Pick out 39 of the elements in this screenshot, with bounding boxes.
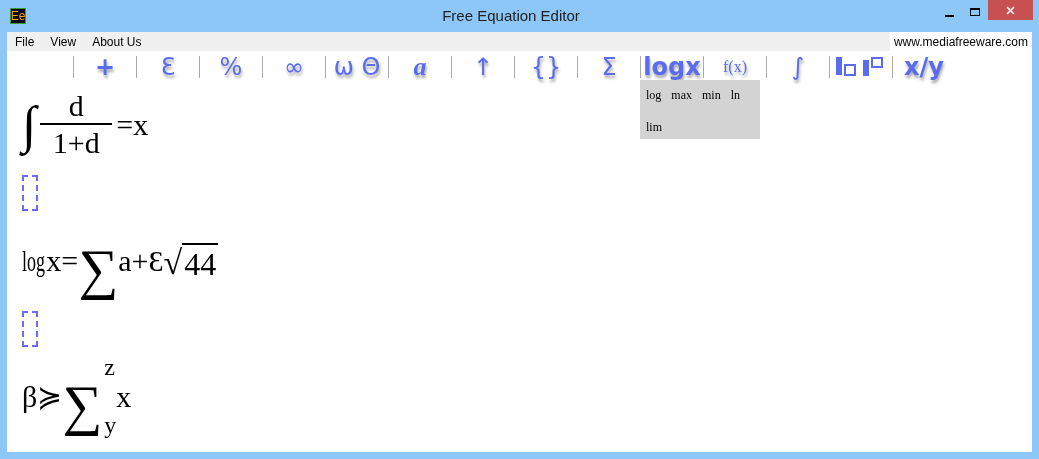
empty-slot[interactable] [22, 175, 38, 211]
math-text: β≽ [22, 382, 63, 412]
denominator: 1+d [52, 125, 100, 161]
toolbar-button[interactable]: Σ [597, 55, 621, 79]
lower-limit: y [104, 411, 117, 440]
toolbar-button[interactable]: logx [639, 55, 705, 79]
app-logo: Ee [10, 8, 26, 24]
toolbar-button[interactable]: x/y [900, 55, 948, 79]
menu-item[interactable]: View [42, 32, 85, 51]
math-text: a+Ɛ [118, 246, 164, 276]
toolbar-button[interactable]: ω Θ [329, 55, 385, 79]
dropdown-option[interactable]: ln [730, 86, 741, 104]
window-title: Free Equation Editor [441, 5, 581, 26]
toolbar-button[interactable]: ∞ [280, 55, 308, 79]
math-text: x= [46, 246, 79, 276]
toolbar-button[interactable]: f(x) [719, 59, 751, 75]
toolbar-button[interactable]: + [90, 55, 120, 79]
radicand: 44 [182, 242, 219, 280]
close-icon [1006, 5, 1015, 15]
toolbar-button[interactable]: ↑ [468, 55, 498, 79]
root-sign: √ [163, 245, 183, 280]
menu-item[interactable]: File [7, 32, 43, 51]
math-text: x [116, 382, 132, 412]
dropdown-option[interactable]: log [646, 86, 662, 104]
math-text: log [22, 246, 45, 276]
toolbar-button[interactable]: % [215, 55, 247, 79]
numerator: d [68, 89, 84, 123]
upper-limit: z [104, 353, 116, 382]
toolbar-button[interactable]: {} [526, 55, 566, 79]
dropdown-option[interactable]: lim [646, 118, 662, 136]
toolbar-button[interactable]: ∫ [787, 55, 809, 79]
website-link[interactable]: www.mediafreeware.com [889, 32, 1032, 51]
empty-slot[interactable] [22, 311, 38, 347]
toolbar-button[interactable]: Ɛ [156, 55, 180, 79]
toolbar-button[interactable]: a [409, 54, 431, 80]
dropdown-option[interactable]: max [671, 86, 692, 104]
math-text: =x [116, 110, 149, 140]
menu-item[interactable]: About Us [84, 32, 150, 51]
dropdown-option[interactable]: min [702, 86, 721, 104]
